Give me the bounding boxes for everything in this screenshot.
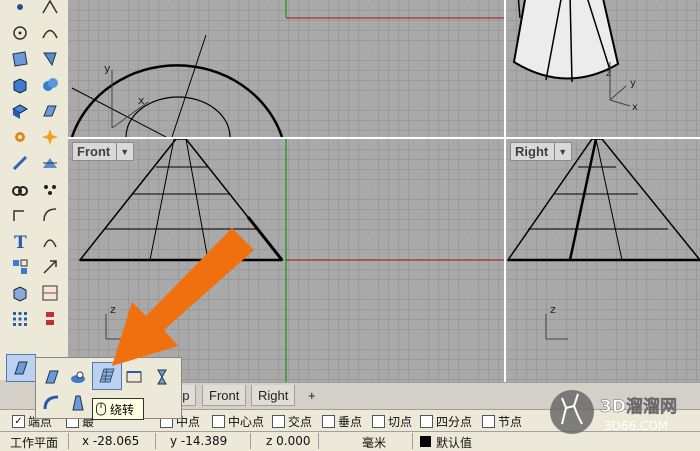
logo-sub-text: 3D66.COM <box>604 419 668 433</box>
coord-y: y -14.389 <box>170 434 228 448</box>
gear-icon[interactable] <box>6 124 34 150</box>
mesh-plane-icon[interactable] <box>36 98 64 124</box>
osnap-tangent[interactable]: 切点 <box>372 413 412 430</box>
cplane-indicator[interactable]: 工作平面 <box>10 434 58 451</box>
osnap-quadrant-label: 四分点 <box>436 415 473 429</box>
front-viewport-title: Front <box>77 144 111 159</box>
osnap-knot-label: 节点 <box>498 415 523 429</box>
tooltip-text: 绕转 <box>110 402 135 417</box>
osnap-tangent-label: 切点 <box>388 415 413 429</box>
surface-corner-icon[interactable] <box>6 46 34 72</box>
circle-tool-icon[interactable] <box>6 20 34 46</box>
extrude-surface-icon[interactable] <box>6 354 36 382</box>
edge-surface-icon[interactable] <box>38 390 66 416</box>
front-z-axis-label: z <box>110 303 116 316</box>
group-icon[interactable] <box>6 176 34 202</box>
mouse-icon <box>96 402 106 416</box>
persp-z-axis-label: z <box>606 68 611 79</box>
split-icon[interactable] <box>36 150 64 176</box>
mesh-tool-icon[interactable] <box>6 98 34 124</box>
top-viewport[interactable]: y x <box>68 0 504 137</box>
box-tool-icon[interactable] <box>6 72 34 98</box>
osnap-intersection-label: 交点 <box>288 415 313 429</box>
loft-icon[interactable] <box>120 364 148 390</box>
right-viewport-title: Right <box>515 144 549 159</box>
viewport-area: y x z y x z Front ▼ z Right ▼ <box>68 0 700 382</box>
dimension-icon[interactable] <box>6 202 34 228</box>
checkbox-checked-icon[interactable]: ✓ <box>12 415 25 428</box>
front-viewport-label[interactable]: Front ▼ <box>72 142 135 161</box>
block-icon[interactable] <box>6 254 34 280</box>
grid-array-icon[interactable] <box>6 306 34 332</box>
checkbox-icon[interactable] <box>372 415 385 428</box>
layer-color-swatch <box>420 436 431 447</box>
right-z-axis-label: z <box>550 303 556 316</box>
sweep-icon[interactable] <box>64 364 92 390</box>
tab-front[interactable]: Front <box>202 385 247 406</box>
front-viewport[interactable]: z Front ▼ <box>68 139 504 382</box>
right-viewport[interactable]: z Right ▼ <box>506 139 700 382</box>
explode-icon[interactable] <box>36 124 64 150</box>
osnap-center-label: 中心点 <box>228 415 265 429</box>
osnap-quadrant[interactable]: 四分点 <box>420 413 472 430</box>
arc-tool-icon[interactable] <box>36 20 64 46</box>
top-y-axis-label: y <box>104 62 111 75</box>
chevron-down-icon[interactable]: ▼ <box>554 143 567 160</box>
polyline-tool-icon[interactable] <box>36 0 64 20</box>
transform-icon[interactable] <box>36 254 64 280</box>
checkbox-icon[interactable] <box>482 415 495 428</box>
osnap-perpendicular-label: 垂点 <box>338 415 363 429</box>
text-tool-icon[interactable]: T <box>6 228 34 254</box>
persp-y-axis-label: y <box>630 78 636 89</box>
point-tool-icon[interactable] <box>6 0 34 20</box>
curve-icon[interactable] <box>36 202 64 228</box>
svg-text:T: T <box>14 233 27 251</box>
coord-z: z 0.000 <box>266 434 311 448</box>
add-viewport-tab-button[interactable]: + <box>302 385 322 405</box>
osnap-center[interactable]: 中心点 <box>212 413 264 430</box>
checkbox-icon[interactable] <box>322 415 335 428</box>
hatch-icon[interactable] <box>36 228 64 254</box>
perspective-viewport[interactable]: z y x <box>506 0 700 137</box>
osnap-knot[interactable]: 节点 <box>482 413 522 430</box>
watermark-logo: 3D溜溜网 3D66.COM <box>548 382 700 440</box>
checkbox-icon[interactable] <box>272 415 285 428</box>
revolve-icon[interactable] <box>92 362 122 390</box>
chevron-down-icon[interactable]: ▼ <box>116 143 129 160</box>
tab-right[interactable]: Right <box>251 385 296 406</box>
sphere-tool-icon[interactable] <box>36 72 64 98</box>
render-icon[interactable] <box>36 306 64 332</box>
top-x-axis-label: x <box>138 94 145 107</box>
osnap-intersection[interactable]: 交点 <box>272 413 312 430</box>
osnap-perpendicular[interactable]: 垂点 <box>322 413 362 430</box>
logo-main-text: 3D溜溜网 <box>600 396 677 417</box>
ungroup-icon[interactable] <box>36 176 64 202</box>
right-viewport-label[interactable]: Right ▼ <box>510 142 573 161</box>
extrude-curve-icon[interactable] <box>38 364 66 390</box>
surface-edge-icon[interactable] <box>36 46 64 72</box>
left-toolbar: T <box>0 0 69 382</box>
analyze-icon[interactable] <box>36 280 64 306</box>
network-surface-icon[interactable] <box>64 390 92 416</box>
coord-x: x -28.065 <box>82 434 140 448</box>
solid-icon[interactable] <box>6 280 34 306</box>
persp-x-axis-label: x <box>632 102 638 113</box>
rail-revolve-icon[interactable] <box>148 364 176 390</box>
units-indicator[interactable]: 毫米 <box>362 434 386 451</box>
current-layer[interactable]: 默认值 <box>436 434 472 451</box>
revolve-tooltip: 绕转 <box>92 398 144 420</box>
checkbox-icon[interactable] <box>212 415 225 428</box>
pencil-icon[interactable] <box>6 150 34 176</box>
checkbox-icon[interactable] <box>420 415 433 428</box>
